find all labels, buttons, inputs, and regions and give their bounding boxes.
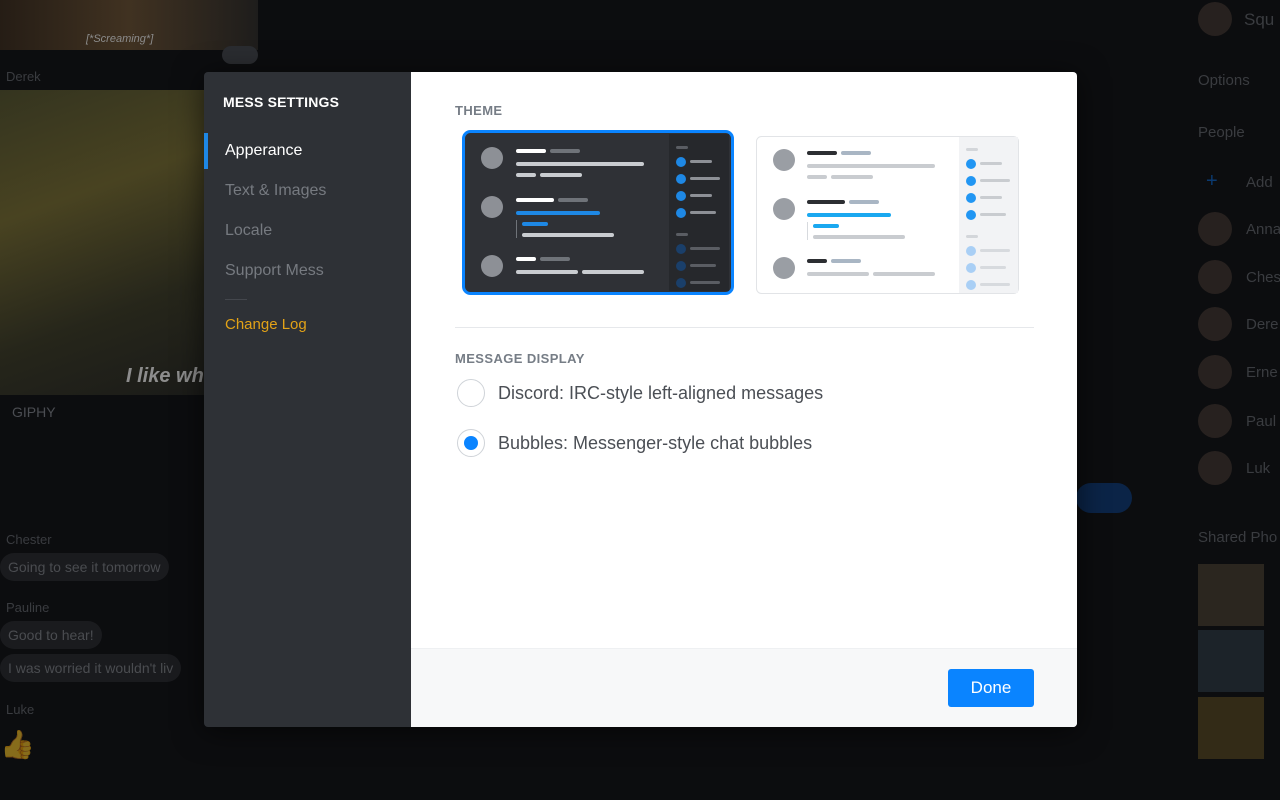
- background-people-label: People: [1198, 124, 1245, 141]
- background-giphy-label: GIPHY: [12, 404, 56, 420]
- plus-icon: +: [1206, 170, 1218, 192]
- background-reaction-pill: [222, 46, 258, 64]
- background-shared-photo: [1198, 697, 1264, 759]
- modal-footer: Done: [411, 648, 1077, 727]
- theme-option-dark[interactable]: [462, 130, 734, 295]
- message-display-option-bubbles[interactable]: Bubbles: Messenger-style chat bubbles: [457, 426, 812, 460]
- settings-modal: MESS SETTINGS Apperance Text & Images Lo…: [204, 72, 1077, 727]
- light-theme-preview: [756, 136, 1019, 294]
- radio-selected-dot: [464, 436, 478, 450]
- background-message-bubble: I was worried it wouldn't liv: [0, 654, 182, 682]
- background-gif-caption: I like wh: [126, 365, 204, 387]
- done-button[interactable]: Done: [948, 669, 1034, 707]
- avatar: [1198, 355, 1232, 389]
- message-display-section-label: MESSAGE DISPLAY: [455, 351, 585, 366]
- settings-content: THEME MESSAGE DISPLAY Discord: IRC-style…: [411, 72, 1077, 727]
- nav-divider: [225, 299, 247, 300]
- nav-item-support[interactable]: Support Mess: [204, 251, 411, 291]
- background-member-name: Ches: [1246, 269, 1280, 286]
- background-message-bubble: Going to see it tomorrow: [0, 553, 169, 581]
- background-member-name: Anna: [1246, 221, 1280, 238]
- background-shared-photos-label: Shared Pho: [1198, 529, 1278, 546]
- radio-discord-label: Discord: IRC-style left-aligned messages: [498, 382, 824, 403]
- settings-nav: Apperance Text & Images Locale Support M…: [204, 131, 411, 340]
- background-shared-photo: [1198, 564, 1264, 626]
- background-emoji-bubble: [1076, 483, 1132, 513]
- background-sender-name: Pauline: [6, 600, 50, 615]
- background-group-avatar: [1198, 2, 1232, 36]
- background-sender-name: Luke: [6, 702, 35, 717]
- background-hero-caption: [*Screaming*]: [86, 33, 154, 45]
- background-member-name: Luk: [1246, 460, 1271, 477]
- background-group-title: Squ: [1244, 10, 1275, 29]
- background-member-name: Dere: [1246, 316, 1279, 333]
- background-options-label: Options: [1198, 72, 1250, 89]
- change-log-link[interactable]: Change Log: [204, 310, 411, 340]
- dark-theme-preview: [462, 130, 734, 295]
- background-sender-name: Derek: [6, 69, 41, 84]
- avatar: [1198, 260, 1232, 294]
- nav-item-appearance[interactable]: Apperance: [204, 131, 411, 171]
- avatar: [1198, 451, 1232, 485]
- avatar: [1198, 307, 1232, 341]
- theme-section-label: THEME: [455, 103, 503, 118]
- message-display-option-discord[interactable]: Discord: IRC-style left-aligned messages: [457, 376, 823, 410]
- background-add-label: Add: [1246, 174, 1273, 191]
- thumbs-up-icon: 👍: [0, 729, 35, 760]
- background-gif: [0, 90, 205, 395]
- nav-item-locale[interactable]: Locale: [204, 211, 411, 251]
- settings-sidebar: MESS SETTINGS Apperance Text & Images Lo…: [204, 72, 411, 727]
- nav-item-text-images[interactable]: Text & Images: [204, 171, 411, 211]
- section-divider: [455, 327, 1034, 328]
- background-message-bubble: Good to hear!: [0, 621, 102, 649]
- avatar: [1198, 404, 1232, 438]
- settings-title: MESS SETTINGS: [223, 94, 340, 110]
- radio-bubbles-label: Bubbles: Messenger-style chat bubbles: [498, 432, 813, 453]
- background-member-name: Erne: [1246, 364, 1278, 381]
- background-member-name: Paul: [1246, 413, 1277, 430]
- background-shared-photo: [1198, 630, 1264, 692]
- background-sender-name: Chester: [6, 532, 52, 547]
- theme-option-light[interactable]: [756, 136, 1019, 294]
- radio-discord[interactable]: [457, 379, 485, 407]
- avatar: [1198, 212, 1232, 246]
- radio-bubbles[interactable]: [457, 429, 485, 457]
